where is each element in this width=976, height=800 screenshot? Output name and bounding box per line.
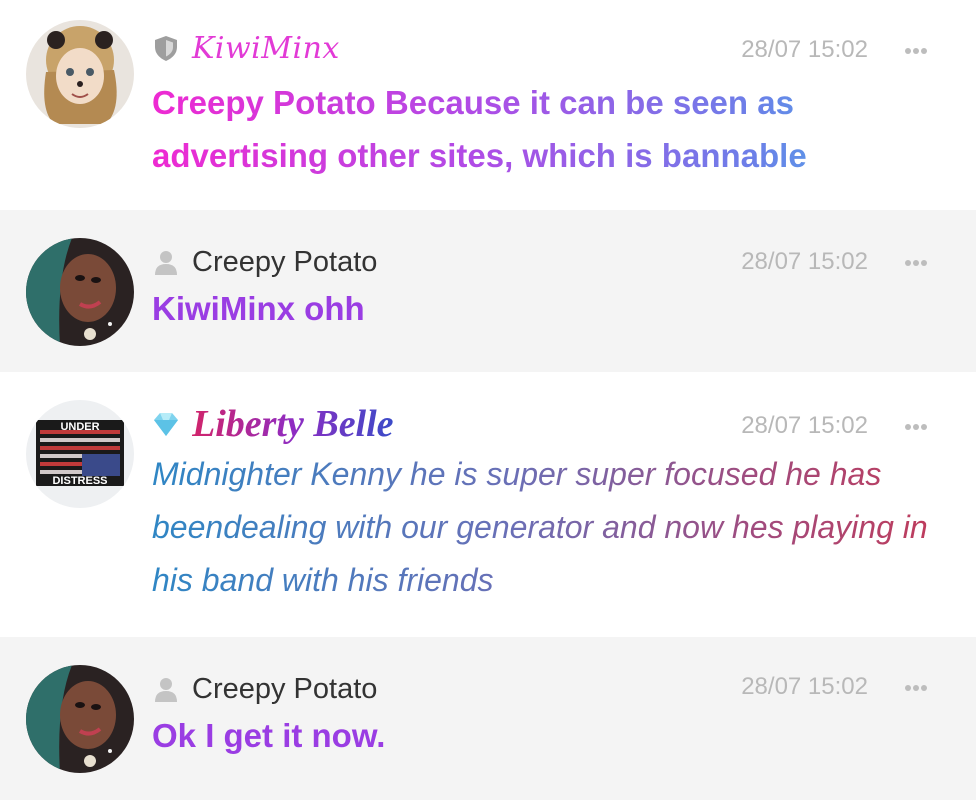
avatar-creepy-potato[interactable] xyxy=(26,238,134,346)
shield-icon xyxy=(152,34,180,62)
avatar-text-bottom: DISTRESS xyxy=(52,475,107,487)
message-text: Creepy Potato Because it can be seen as … xyxy=(152,76,952,182)
chat-message: KiwiMinx 28/07 15:02 Creepy Potato Becau… xyxy=(0,0,976,210)
avatar-creepy-potato[interactable] xyxy=(26,665,134,773)
chat-message: UNDER DISTRESS Liberty Belle 28/07 15:02… xyxy=(0,372,976,637)
more-dots-icon[interactable] xyxy=(904,255,928,266)
more-dots-icon[interactable] xyxy=(904,419,928,430)
avatar-image xyxy=(26,238,134,346)
author-name[interactable]: KiwiMinx xyxy=(192,31,340,66)
author-name[interactable]: Creepy Potato xyxy=(192,246,377,279)
message-timestamp: 28/07 15:02 xyxy=(741,673,868,700)
message-text: Ok I get it now. xyxy=(152,717,386,754)
user-icon xyxy=(152,675,180,703)
chat-message: Creepy Potato 28/07 15:02 KiwiMinx ohh xyxy=(0,210,976,372)
more-dots-icon[interactable] xyxy=(904,680,928,691)
diamond-icon xyxy=(152,410,180,438)
chat-message-list: KiwiMinx 28/07 15:02 Creepy Potato Becau… xyxy=(0,0,976,800)
avatar-image xyxy=(26,665,134,773)
message-timestamp: 28/07 15:02 xyxy=(741,248,868,275)
author-name[interactable]: Creepy Potato xyxy=(192,673,377,706)
avatar-image: UNDER DISTRESS xyxy=(26,400,134,508)
message-text: Midnighter Kenny he is super super focus… xyxy=(152,448,952,607)
avatar-image xyxy=(26,20,134,128)
message-text: KiwiMinx ohh xyxy=(152,290,365,327)
message-header: Creepy Potato xyxy=(152,669,377,709)
message-timestamp: 28/07 15:02 xyxy=(741,412,868,439)
more-dots-icon[interactable] xyxy=(904,43,928,54)
chat-message: Creepy Potato 28/07 15:02 Ok I get it no… xyxy=(0,637,976,800)
message-header: KiwiMinx xyxy=(152,28,340,68)
author-name[interactable]: Liberty Belle xyxy=(192,402,394,446)
message-timestamp: 28/07 15:02 xyxy=(741,36,868,63)
avatar-kiwiminx[interactable] xyxy=(26,20,134,128)
avatar-liberty-belle[interactable]: UNDER DISTRESS xyxy=(26,400,134,508)
message-header: Liberty Belle xyxy=(152,402,394,446)
avatar-text-top: UNDER xyxy=(60,421,99,433)
user-icon xyxy=(152,248,180,276)
message-header: Creepy Potato xyxy=(152,242,377,282)
